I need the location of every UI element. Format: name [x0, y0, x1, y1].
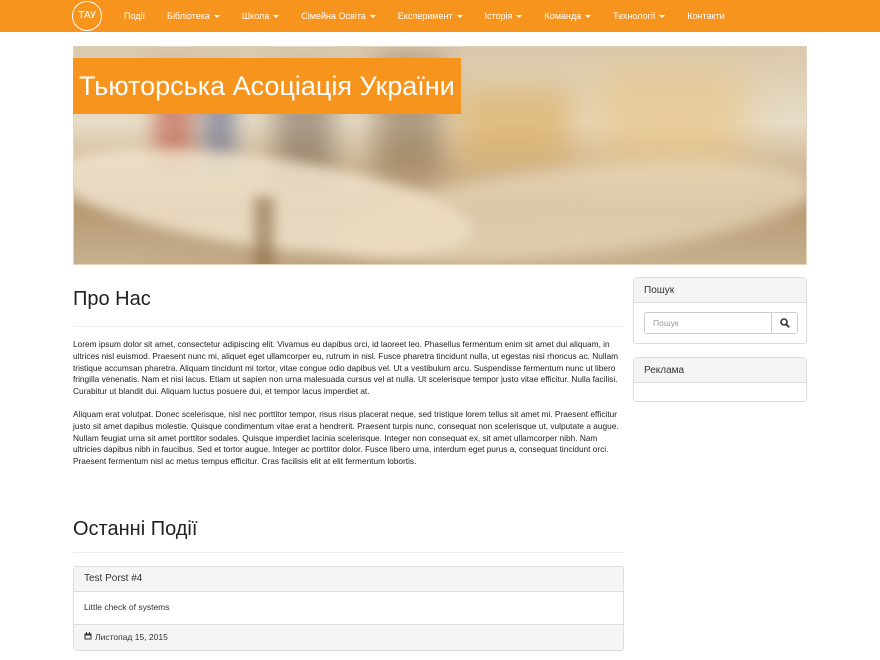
event-footer: Листопад 15, 2015 — [74, 625, 623, 650]
nav-item[interactable]: Події — [113, 0, 156, 32]
calendar-icon — [84, 625, 92, 650]
event-body: Little check of systems — [74, 592, 623, 625]
nav-item[interactable]: Контакти — [676, 0, 735, 32]
event-date: Листопад 15, 2015 — [95, 632, 168, 642]
nav-item-label: Контакти — [687, 11, 725, 21]
caret-down-icon — [213, 15, 220, 19]
caret-down-icon — [273, 15, 280, 19]
navbar: ТАУ Події Бібліотека Школа Сімейна Освіта Ек… — [0, 0, 880, 32]
nav-item[interactable]: Історія — [474, 0, 534, 32]
caret-down-icon — [516, 15, 523, 19]
nav-item-label: Сімейна Освіта — [301, 11, 366, 21]
nav-item-label: Події — [124, 11, 146, 21]
nav-item-label: Школа — [241, 11, 270, 21]
ads-panel: Реклама — [633, 357, 807, 402]
about-paragraph-1: Lorem ipsum dolor sit amet, consectetur … — [73, 339, 619, 397]
nav-item-label: Експеримент — [397, 11, 453, 21]
caret-down-icon — [456, 15, 463, 19]
main-nav: Події Бібліотека Школа Сімейна Освіта Експер… — [113, 0, 736, 32]
nav-item[interactable]: Школа — [231, 0, 290, 32]
event-title[interactable]: Test Porst #4 — [74, 567, 623, 592]
nav-item-label: Технології — [613, 11, 656, 21]
about-paragraph-2: Aliquam erat volutpat. Donec scelerisque… — [73, 409, 619, 467]
nav-item[interactable]: Технології — [602, 0, 676, 32]
search-panel-title: Пошук — [634, 278, 806, 303]
divider — [73, 326, 624, 327]
search-button[interactable] — [771, 312, 798, 334]
hero-title: Тьюторська Асоціація України — [73, 58, 461, 114]
nav-item[interactable]: Експеримент — [387, 0, 474, 32]
nav-item[interactable]: Команда — [533, 0, 602, 32]
caret-down-icon — [585, 15, 592, 19]
search-icon — [780, 318, 790, 328]
nav-item-label: Команда — [544, 11, 582, 21]
search-panel: Пошук Пошук — [633, 277, 807, 344]
ads-panel-title: Реклама — [634, 358, 806, 383]
brand-logo[interactable]: ТАУ — [72, 1, 102, 31]
nav-item-label: Історія — [484, 11, 513, 21]
search-input[interactable]: Пошук — [644, 312, 772, 334]
events-heading: Останні Події — [73, 518, 198, 540]
nav-item[interactable]: Бібліотека — [156, 0, 231, 32]
caret-down-icon — [659, 15, 666, 19]
event-card[interactable]: Test Porst #4 Little check of systems Ли… — [73, 566, 624, 651]
divider — [73, 552, 624, 553]
nav-item-label: Бібліотека — [167, 11, 210, 21]
caret-down-icon — [369, 15, 376, 19]
nav-item[interactable]: Сімейна Освіта — [290, 0, 387, 32]
about-heading: Про Нас — [73, 288, 151, 310]
